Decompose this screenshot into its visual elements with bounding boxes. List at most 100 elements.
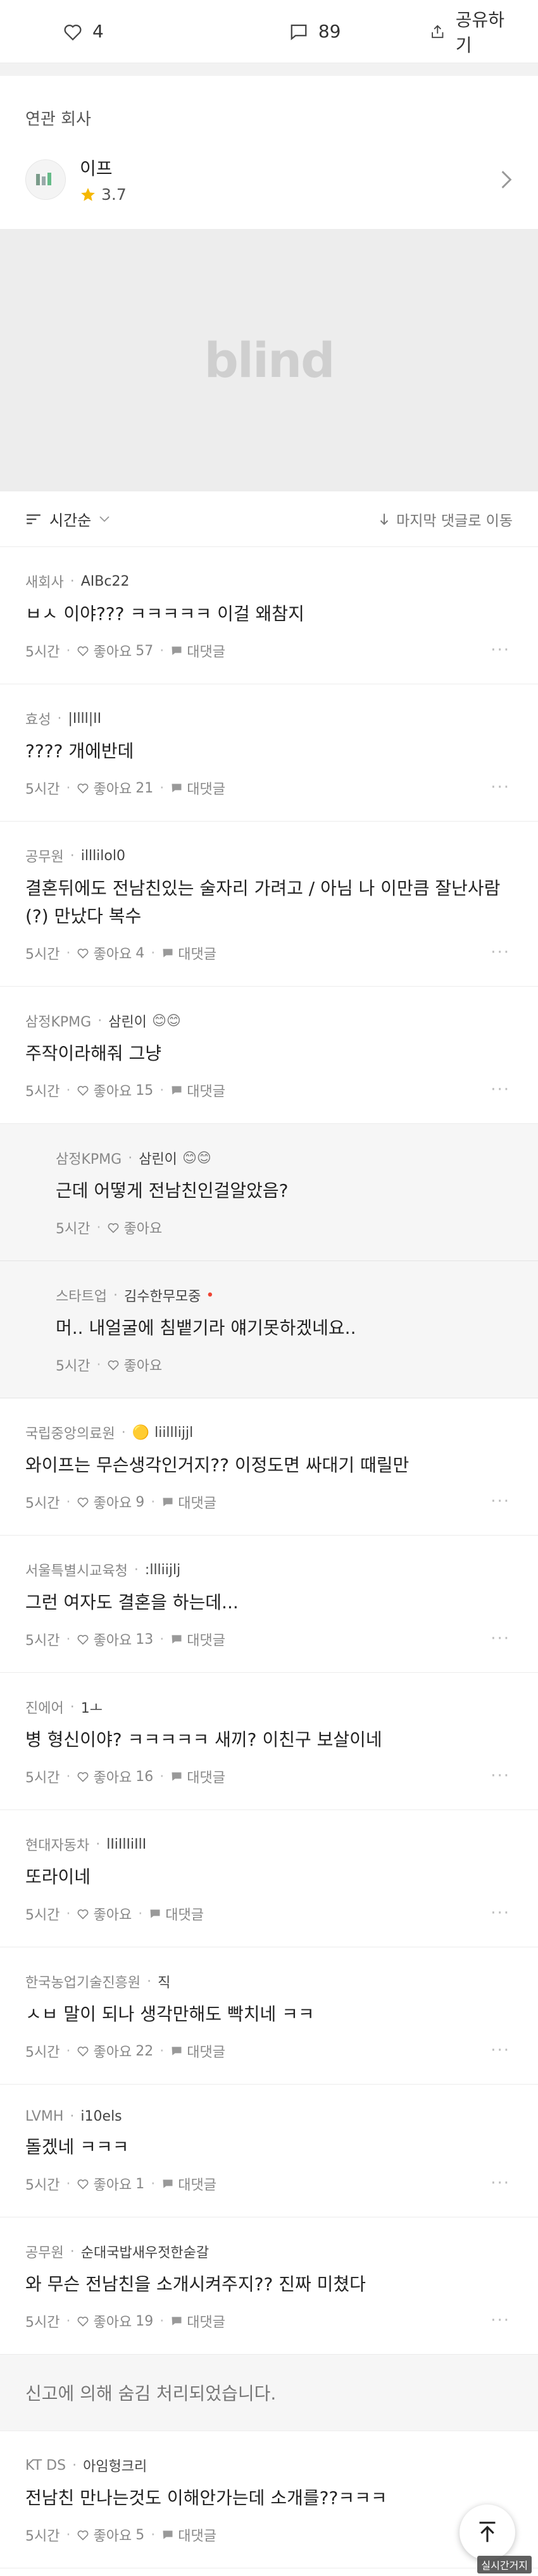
comment-company: LVMH <box>25 2109 64 2124</box>
comment-like-count: 22 <box>135 2043 154 2059</box>
meta-separator: · <box>147 1973 152 1990</box>
meta-separator: · <box>113 1287 118 1303</box>
comment-reply-button[interactable]: 대댓글 <box>149 1904 204 1924</box>
comment-item: 공무원 · 순대국밥새우젓한숟갈 와 무슨 전남친을 소개시켜주지?? 진짜 미… <box>0 2217 538 2355</box>
comment-nickname[interactable]: :llliijlj <box>145 1562 180 1578</box>
reply-label: 대댓글 <box>187 1084 225 1100</box>
comment-action[interactable]: 89 <box>289 21 430 42</box>
more-options-icon[interactable]: ··· <box>491 641 510 660</box>
comment-nickname[interactable]: 1ㅗ <box>81 1697 103 1717</box>
comment-nickname[interactable]: 순대국밥새우젓한숟갈 <box>81 2241 209 2262</box>
comment-reply-button[interactable]: 대댓글 <box>170 641 225 661</box>
reply-item: 스타트업 · 김수한무모중 • 머.. 내얼굴에 침뱉기라 얘기못하겠네요.. 5… <box>0 1261 538 1398</box>
more-options-icon[interactable]: ··· <box>491 1766 510 1785</box>
like-icon <box>78 1909 89 1920</box>
more-options-icon[interactable]: ··· <box>491 2311 510 2330</box>
comment-time: 5시간 <box>25 2315 60 2331</box>
comment-nickname[interactable]: 김수한무모중 <box>124 1285 201 1305</box>
like-icon <box>108 1223 119 1233</box>
comment-text: 또라이네 <box>25 1866 91 1887</box>
comment-reply-button[interactable]: 대댓글 <box>161 2174 216 2194</box>
comment-company: 삼정KPMG <box>56 1152 122 1168</box>
reply-icon <box>150 1909 160 1918</box>
comment-company: 서울특별시교육청 <box>25 1563 128 1579</box>
comment-like-button[interactable]: 좋아요 21 <box>77 778 153 798</box>
comment-text: 근데 어떻게 전남친인걸알았음? <box>56 1180 289 1201</box>
like-label: 좋아요 <box>93 1633 132 1649</box>
comment-like-button[interactable]: 좋아요 <box>107 1355 162 1375</box>
like-icon <box>78 1635 89 1645</box>
scroll-to-top-button[interactable] <box>460 2505 515 2560</box>
comment-nickname[interactable]: i10els <box>80 2109 122 2124</box>
comment-like-count: 1 <box>135 2176 145 2192</box>
meta-separator: · <box>70 1699 75 1715</box>
meta-separator: · <box>70 847 75 864</box>
reply-icon <box>163 1498 173 1507</box>
hidden-comment-notice: 신고에 의해 숨김 처리되었습니다. <box>0 2355 538 2431</box>
comment-like-button[interactable]: 좋아요 9 <box>77 1492 144 1512</box>
more-options-icon[interactable]: ··· <box>491 2174 510 2193</box>
reply-icon <box>172 1086 182 1095</box>
comment-reply-button[interactable]: 대댓글 <box>170 2041 225 2061</box>
comment-like-button[interactable]: 좋아요 15 <box>77 1080 153 1100</box>
reply-label: 대댓글 <box>187 2315 225 2331</box>
comment-time: 5시간 <box>56 1359 91 1374</box>
comment-nickname[interactable]: 아임헝크리 <box>83 2455 147 2475</box>
related-company-section: 연관 회사 이프 3.7 <box>0 76 538 229</box>
more-options-icon[interactable]: ··· <box>491 2041 510 2060</box>
comment-reply-button[interactable]: 대댓글 <box>161 2525 216 2545</box>
comment-nickname[interactable]: illlilol0 <box>81 848 125 864</box>
comment-like-button[interactable]: 좋아요 <box>107 1217 162 1238</box>
comment-icon <box>291 24 307 40</box>
comment-reply-button[interactable]: 대댓글 <box>170 2311 225 2331</box>
comment-nickname[interactable]: 직 <box>158 1971 170 1992</box>
comment-reply-button[interactable]: 대댓글 <box>170 778 225 798</box>
comment-nickname[interactable]: |Illl|II <box>68 711 101 727</box>
comment-like-button[interactable]: 좋아요 5 <box>77 2525 144 2545</box>
more-options-icon[interactable]: ··· <box>491 943 510 962</box>
related-company-card[interactable]: 이프 3.7 <box>25 155 513 204</box>
comment-nickname[interactable]: 삼린이 <box>108 1011 147 1031</box>
company-rating: 3.7 <box>80 185 127 204</box>
watermark: 실시간거지 <box>477 2556 532 2573</box>
comment-like-button[interactable]: 좋아요 22 <box>77 2041 153 2061</box>
comment-item: KT DS · 아임헝크리 전남친 만나는것도 이해안가는데 소개를??ㅋㅋㅋ … <box>0 2431 538 2568</box>
like-icon <box>78 2179 89 2190</box>
comment-item: 삼정KPMG · 삼린이 😊😊 주작이라해줘 그냥 5시간 · 좋아요 15 · 대… <box>0 987 538 1124</box>
comment-like-button[interactable]: 좋아요 1 <box>77 2174 144 2194</box>
comment-nickname[interactable]: liilllijjl <box>154 1425 193 1441</box>
comment-reply-button[interactable]: 대댓글 <box>161 943 216 963</box>
comment-reply-button[interactable]: 대댓글 <box>170 1629 225 1649</box>
like-action[interactable]: 4 <box>63 21 207 42</box>
sort-dropdown[interactable]: 시간순 <box>25 508 110 530</box>
comment-like-button[interactable]: 좋아요 4 <box>77 943 144 963</box>
comment-like-count: 19 <box>135 2313 154 2329</box>
more-options-icon[interactable]: ··· <box>491 1629 510 1648</box>
comment-reply-button[interactable]: 대댓글 <box>170 1766 225 1787</box>
company-logo <box>25 159 66 200</box>
new-dot: • <box>206 1287 215 1303</box>
reply-icon <box>172 2047 182 2055</box>
more-options-icon[interactable]: ··· <box>491 1492 510 1511</box>
comment-like-button[interactable]: 좋아요 13 <box>77 1629 153 1649</box>
comment-like-button[interactable]: 좋아요 16 <box>77 1766 153 1787</box>
comment-nickname[interactable]: AIBc22 <box>81 574 130 589</box>
comment-nickname[interactable]: lIiIlIiIlI <box>106 1837 146 1852</box>
comment-like-button[interactable]: 좋아요 19 <box>77 2311 153 2331</box>
ad-banner[interactable]: blind <box>0 229 538 491</box>
more-options-icon[interactable]: ··· <box>491 1904 510 1923</box>
comment-nickname[interactable]: 삼린이 <box>139 1148 177 1168</box>
comment-list: 새회사 · AIBc22 ㅂㅅ 이야??? ㅋㅋㅋㅋㅋ 이걸 왜참지 5시간 ·… <box>0 547 538 2568</box>
comment-like-button[interactable]: 좋아요 57 <box>77 641 153 661</box>
like-icon <box>78 1086 89 1096</box>
comment-like-button[interactable]: 좋아요 <box>77 1904 132 1924</box>
jump-to-last-comment[interactable]: 마지막 댓글로 이동 <box>378 508 513 530</box>
comment-time: 5시간 <box>25 644 60 660</box>
share-button[interactable]: 공유하기 <box>430 6 513 57</box>
more-options-icon[interactable]: ··· <box>491 778 510 797</box>
comment-reply-button[interactable]: 대댓글 <box>170 1080 225 1100</box>
reply-label: 대댓글 <box>187 1633 225 1649</box>
comment-reply-button[interactable]: 대댓글 <box>161 1492 216 1512</box>
comment-text: 병 형신이야? ㅋㅋㅋㅋㅋ 새끼? 이친구 보살이네 <box>25 1729 382 1750</box>
more-options-icon[interactable]: ··· <box>491 1080 510 1099</box>
